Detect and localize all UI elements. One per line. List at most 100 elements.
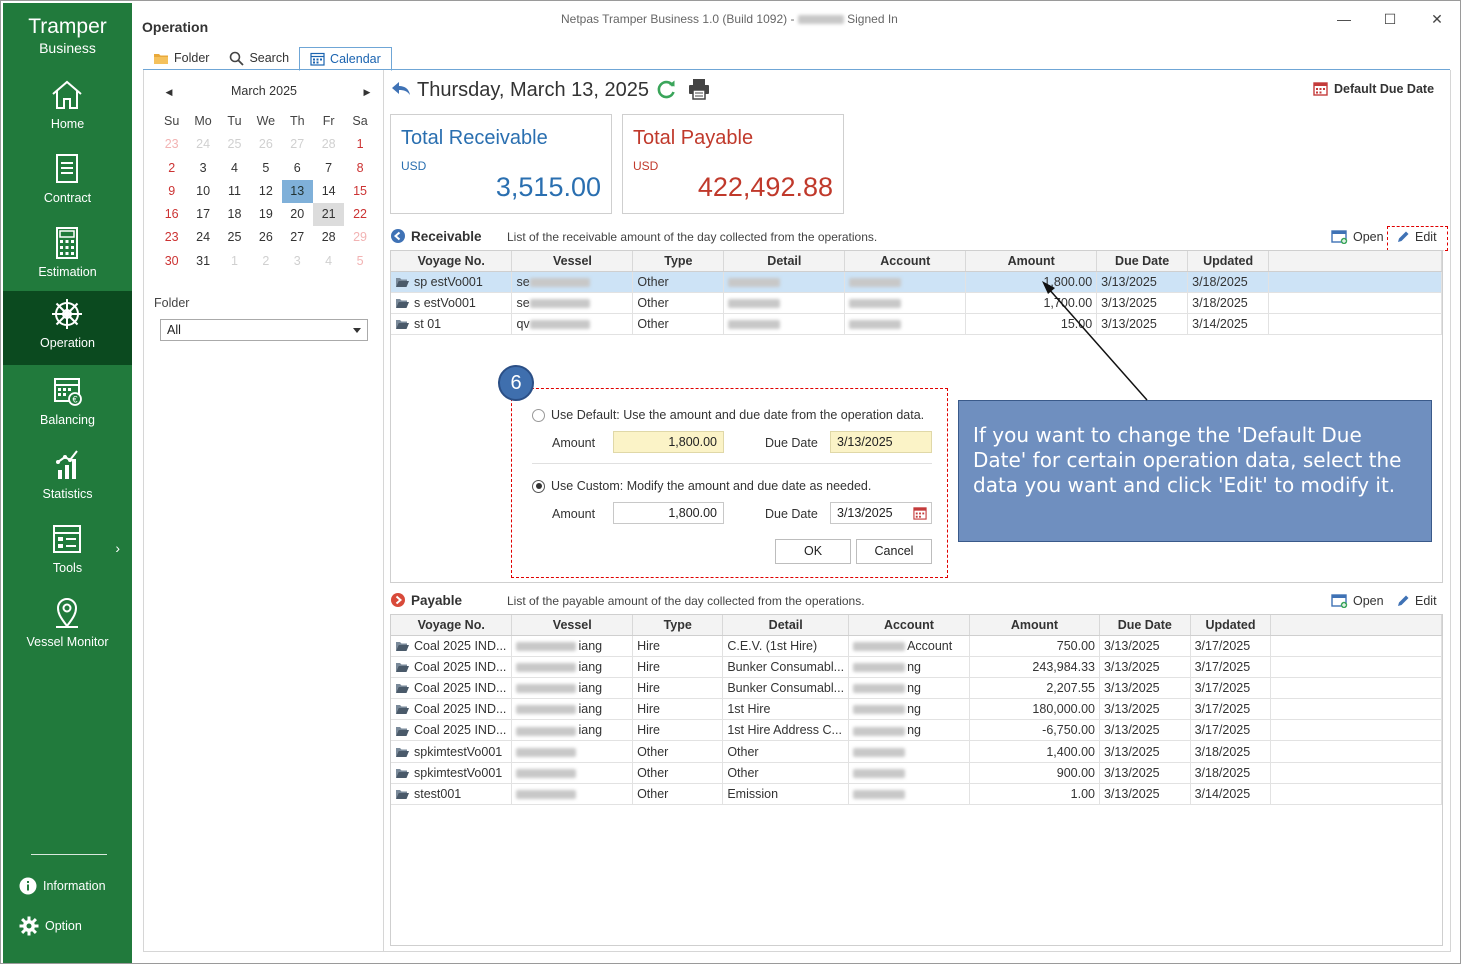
- calendar-day[interactable]: 23: [156, 226, 187, 249]
- table-row[interactable]: sp estVo001 se Other 1,800.00 3/13/2025 3/18/…: [391, 271, 1442, 293]
- table-row[interactable]: st 01 qv Other 15.00 3/13/2025 3/14/2025: [391, 313, 1442, 336]
- column-header[interactable]: Amount: [965, 251, 1098, 272]
- printer-icon[interactable]: [688, 78, 710, 100]
- table-row[interactable]: Coal 2025 IND... iang Hire Bunker Consumabl…: [391, 677, 1442, 700]
- calendar-day[interactable]: 27: [282, 133, 313, 156]
- refresh-icon[interactable]: [656, 79, 677, 100]
- close-button[interactable]: ✕: [1426, 9, 1448, 29]
- calendar-day[interactable]: 28: [313, 226, 344, 249]
- calendar-day[interactable]: 14: [313, 180, 344, 203]
- column-header[interactable]: Due Date: [1096, 251, 1189, 272]
- calendar-day[interactable]: 26: [250, 226, 281, 249]
- column-header[interactable]: Voyage No.: [391, 251, 513, 272]
- default-due-date-button[interactable]: Default Due Date: [1313, 81, 1434, 96]
- back-arrow-icon[interactable]: [391, 81, 411, 97]
- default-amount-field[interactable]: 1,800.00: [613, 431, 724, 453]
- calendar-day[interactable]: 31: [187, 250, 218, 273]
- calendar-day[interactable]: 11: [219, 180, 250, 203]
- column-header[interactable]: Vessel: [511, 615, 634, 636]
- calendar-day[interactable]: 17: [187, 203, 218, 226]
- calendar-day[interactable]: 2: [250, 250, 281, 273]
- calendar-picker-icon[interactable]: [913, 506, 927, 520]
- column-header[interactable]: Due Date: [1099, 615, 1191, 636]
- use-custom-radio[interactable]: [532, 479, 545, 493]
- calendar-day[interactable]: 18: [219, 203, 250, 226]
- table-row[interactable]: spkimtestVo001 Other Other 1,400.00 3/13/202…: [391, 740, 1442, 763]
- tab-calendar[interactable]: Calendar: [299, 47, 392, 71]
- calendar-day[interactable]: 5: [344, 250, 375, 273]
- payable-open-button[interactable]: Open: [1331, 594, 1384, 608]
- calendar-day[interactable]: 29: [344, 226, 375, 249]
- calendar-day[interactable]: 4: [313, 250, 344, 273]
- folder-select[interactable]: All: [160, 319, 368, 341]
- table-row[interactable]: Coal 2025 IND... iang Hire 1st Hire ng 180,00…: [391, 698, 1442, 721]
- sidebar-item-statistics[interactable]: Statistics: [3, 442, 132, 516]
- custom-amount-field[interactable]: 1,800.00: [613, 502, 724, 524]
- calendar-day[interactable]: 24: [187, 226, 218, 249]
- calendar-day[interactable]: 1: [219, 250, 250, 273]
- table-row[interactable]: Coal 2025 IND... iang Hire 1st Hire Address…: [391, 719, 1442, 742]
- calendar-day[interactable]: 12: [250, 180, 281, 203]
- calendar-day[interactable]: 15: [344, 180, 375, 203]
- sidebar-item-vessel-monitor[interactable]: Vessel Monitor: [3, 590, 132, 664]
- cancel-button[interactable]: Cancel: [856, 539, 932, 564]
- calendar-day[interactable]: 26: [250, 133, 281, 156]
- column-header[interactable]: Account: [844, 251, 967, 272]
- sidebar-item-home[interactable]: Home: [3, 72, 132, 146]
- calendar-day[interactable]: 9: [156, 180, 187, 203]
- column-header[interactable]: Amount: [969, 615, 1100, 636]
- sidebar-item-tools[interactable]: Tools ›: [3, 516, 132, 590]
- receivable-open-button[interactable]: Open: [1331, 230, 1384, 244]
- calendar-day[interactable]: 5: [250, 157, 281, 180]
- column-header[interactable]: Type: [632, 251, 725, 272]
- calendar-day[interactable]: 13: [281, 179, 313, 204]
- calendar-day[interactable]: 6: [282, 157, 313, 180]
- custom-due-date-field[interactable]: 3/13/2025: [830, 502, 932, 524]
- calendar-day[interactable]: 25: [219, 226, 250, 249]
- use-default-radio[interactable]: [532, 408, 545, 422]
- prev-month-button[interactable]: ◀: [162, 84, 176, 100]
- table-row[interactable]: Coal 2025 IND... iang Hire C.E.V. (1st Hire…: [391, 635, 1442, 657]
- column-header[interactable]: Voyage No.: [391, 615, 513, 636]
- calendar-day[interactable]: 28: [313, 133, 344, 156]
- column-header[interactable]: Account: [848, 615, 970, 636]
- column-header[interactable]: Updated: [1187, 251, 1270, 272]
- tab-folder[interactable]: Folder: [143, 47, 219, 69]
- calendar-day[interactable]: 30: [156, 250, 187, 273]
- table-row[interactable]: s estVo001 se Other 1,700.00 3/13/2025 3/18/2…: [391, 292, 1442, 314]
- sidebar-item-estimation[interactable]: Estimation: [3, 220, 132, 294]
- calendar-day[interactable]: 19: [250, 203, 281, 226]
- table-row[interactable]: stest001 Other Emission 1.00 3/13/2025 3/14/2…: [391, 783, 1442, 806]
- table-row[interactable]: Coal 2025 IND... iang Hire Bunker Consumabl…: [391, 656, 1442, 678]
- calendar-day[interactable]: 3: [282, 250, 313, 273]
- calendar-day[interactable]: 1: [344, 133, 375, 156]
- information-button[interactable]: Information: [19, 874, 106, 898]
- calendar-day[interactable]: 25: [219, 133, 250, 156]
- calendar-day[interactable]: 3: [187, 157, 218, 180]
- use-custom-option[interactable]: Use Custom: Modify the amount and due da…: [532, 479, 871, 493]
- calendar-day[interactable]: 23: [156, 133, 187, 156]
- calendar-day[interactable]: 21: [312, 203, 345, 227]
- column-header[interactable]: Type: [632, 615, 724, 636]
- calendar-day[interactable]: 7: [313, 157, 344, 180]
- column-header[interactable]: Detail: [722, 615, 850, 636]
- calendar-day[interactable]: 20: [282, 203, 313, 226]
- calendar-day[interactable]: 16: [156, 203, 187, 226]
- maximize-button[interactable]: ☐: [1379, 9, 1401, 29]
- payable-edit-button[interactable]: Edit: [1396, 594, 1437, 608]
- next-month-button[interactable]: ▶: [360, 84, 374, 100]
- column-header[interactable]: Vessel: [511, 251, 634, 272]
- calendar-day[interactable]: 8: [344, 157, 375, 180]
- calendar-day[interactable]: 2: [156, 157, 187, 180]
- default-due-date-field[interactable]: 3/13/2025: [830, 431, 932, 453]
- option-button[interactable]: Option: [19, 914, 82, 938]
- calendar-day[interactable]: 10: [187, 180, 218, 203]
- use-default-option[interactable]: Use Default: Use the amount and due date…: [532, 408, 924, 422]
- calendar-day[interactable]: 4: [219, 157, 250, 180]
- sidebar-item-contract[interactable]: Contract: [3, 146, 132, 220]
- minimize-button[interactable]: —: [1333, 9, 1355, 29]
- table-row[interactable]: spkimtestVo001 Other Other 900.00 3/13/2025 3…: [391, 762, 1442, 784]
- ok-button[interactable]: OK: [775, 539, 851, 564]
- tab-search[interactable]: Search: [219, 47, 299, 69]
- calendar-day[interactable]: 27: [282, 226, 313, 249]
